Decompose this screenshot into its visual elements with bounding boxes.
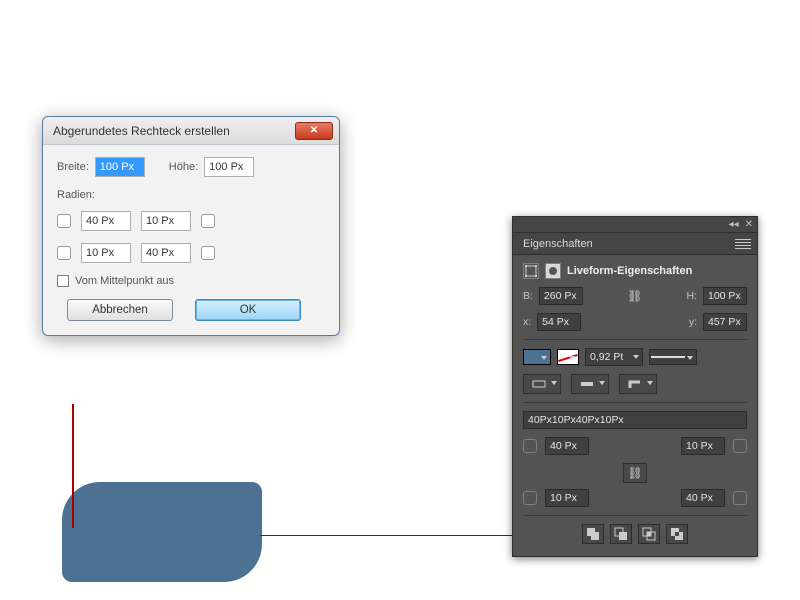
collapse-icon[interactable]: ◂◂ xyxy=(729,219,739,230)
stroke-cap-dropdown[interactable] xyxy=(571,374,609,394)
corner-tl-icon xyxy=(523,439,537,453)
radius-bl-field[interactable]: 10 Px xyxy=(545,489,589,507)
height-h-label: H: xyxy=(687,290,698,302)
separator xyxy=(523,339,747,340)
corner-top-left-icon xyxy=(57,214,71,228)
rounded-rectangle-preview xyxy=(62,482,262,582)
pathfinder-subtract-button[interactable] xyxy=(610,524,632,544)
radius-br-input[interactable]: 40 Px xyxy=(141,243,191,263)
height-label: Höhe: xyxy=(169,161,198,173)
create-rounded-rectangle-dialog: Abgerundetes Rechteck erstellen ✕ Breite… xyxy=(42,116,340,336)
y-field[interactable]: 457 Px xyxy=(703,313,747,331)
radius-tr-field[interactable]: 10 Px xyxy=(681,437,725,455)
link-radii-button[interactable]: ⛓ xyxy=(623,463,646,483)
corner-top-right-icon xyxy=(201,214,215,228)
radius-tr-input[interactable]: 10 Px xyxy=(141,211,191,231)
panel-header: Liveform-Eigenschaften xyxy=(567,265,692,277)
annotation-line xyxy=(260,535,512,536)
radius-tl-field[interactable]: 40 Px xyxy=(545,437,589,455)
radii-label: Radien: xyxy=(57,189,325,201)
corner-bl-icon xyxy=(523,491,537,505)
radius-bl-input[interactable]: 10 Px xyxy=(81,243,131,263)
ok-button[interactable]: OK xyxy=(195,299,301,321)
corner-tr-icon xyxy=(733,439,747,453)
x-label: x: xyxy=(523,316,531,328)
pathfinder-unite-button[interactable] xyxy=(582,524,604,544)
liveform-bounds-icon[interactable] xyxy=(523,263,539,279)
corner-br-icon xyxy=(733,491,747,505)
radius-tl-input[interactable]: 40 Px xyxy=(81,211,131,231)
from-center-checkbox[interactable] xyxy=(57,275,69,287)
height-input[interactable]: 100 Px xyxy=(204,157,254,177)
annotation-line xyxy=(72,404,74,528)
pathfinder-intersect-button[interactable] xyxy=(638,524,660,544)
panel-tabbar: Eigenschaften xyxy=(513,233,757,255)
panel-top-strip: ◂◂ ✕ xyxy=(513,217,757,233)
dialog-titlebar[interactable]: Abgerundetes Rechteck erstellen ✕ xyxy=(43,117,339,145)
stroke-weight-field[interactable]: 0,92 Pt xyxy=(585,348,643,366)
radii-summary-field[interactable]: 40Px10Px40Px10Px xyxy=(523,411,747,429)
separator xyxy=(523,515,747,516)
radius-br-field[interactable]: 40 Px xyxy=(681,489,725,507)
properties-panel: ◂◂ ✕ Eigenschaften Liveform-Eigenschafte… xyxy=(512,216,758,557)
width-label: Breite: xyxy=(57,161,89,173)
stroke-align-dropdown[interactable] xyxy=(523,374,561,394)
fill-color-swatch[interactable] xyxy=(523,349,551,365)
panel-tab-properties[interactable]: Eigenschaften xyxy=(523,238,593,250)
close-button[interactable]: ✕ xyxy=(295,122,333,140)
corner-bottom-left-icon xyxy=(57,246,71,260)
corner-bottom-right-icon xyxy=(201,246,215,260)
width-b-label: B: xyxy=(523,290,533,302)
close-panel-icon[interactable]: ✕ xyxy=(745,219,753,230)
link-wh-icon[interactable]: ⛓ xyxy=(627,289,642,303)
stroke-style-dropdown[interactable] xyxy=(649,349,697,365)
width-input[interactable]: 100 Px xyxy=(95,157,145,177)
cancel-button[interactable]: Abbrechen xyxy=(67,299,173,321)
liveform-mask-icon[interactable] xyxy=(545,263,561,279)
width-b-field[interactable]: 260 Px xyxy=(539,287,583,305)
separator xyxy=(523,402,747,403)
stroke-join-dropdown[interactable] xyxy=(619,374,657,394)
pathfinder-exclude-button[interactable] xyxy=(666,524,688,544)
dialog-title: Abgerundetes Rechteck erstellen xyxy=(53,124,230,138)
from-center-label: Vom Mittelpunkt aus xyxy=(75,275,174,287)
x-field[interactable]: 54 Px xyxy=(537,313,581,331)
y-label: y: xyxy=(689,316,697,328)
stroke-color-none[interactable] xyxy=(557,349,579,365)
panel-menu-icon[interactable] xyxy=(735,239,751,249)
height-h-field[interactable]: 100 Px xyxy=(703,287,747,305)
